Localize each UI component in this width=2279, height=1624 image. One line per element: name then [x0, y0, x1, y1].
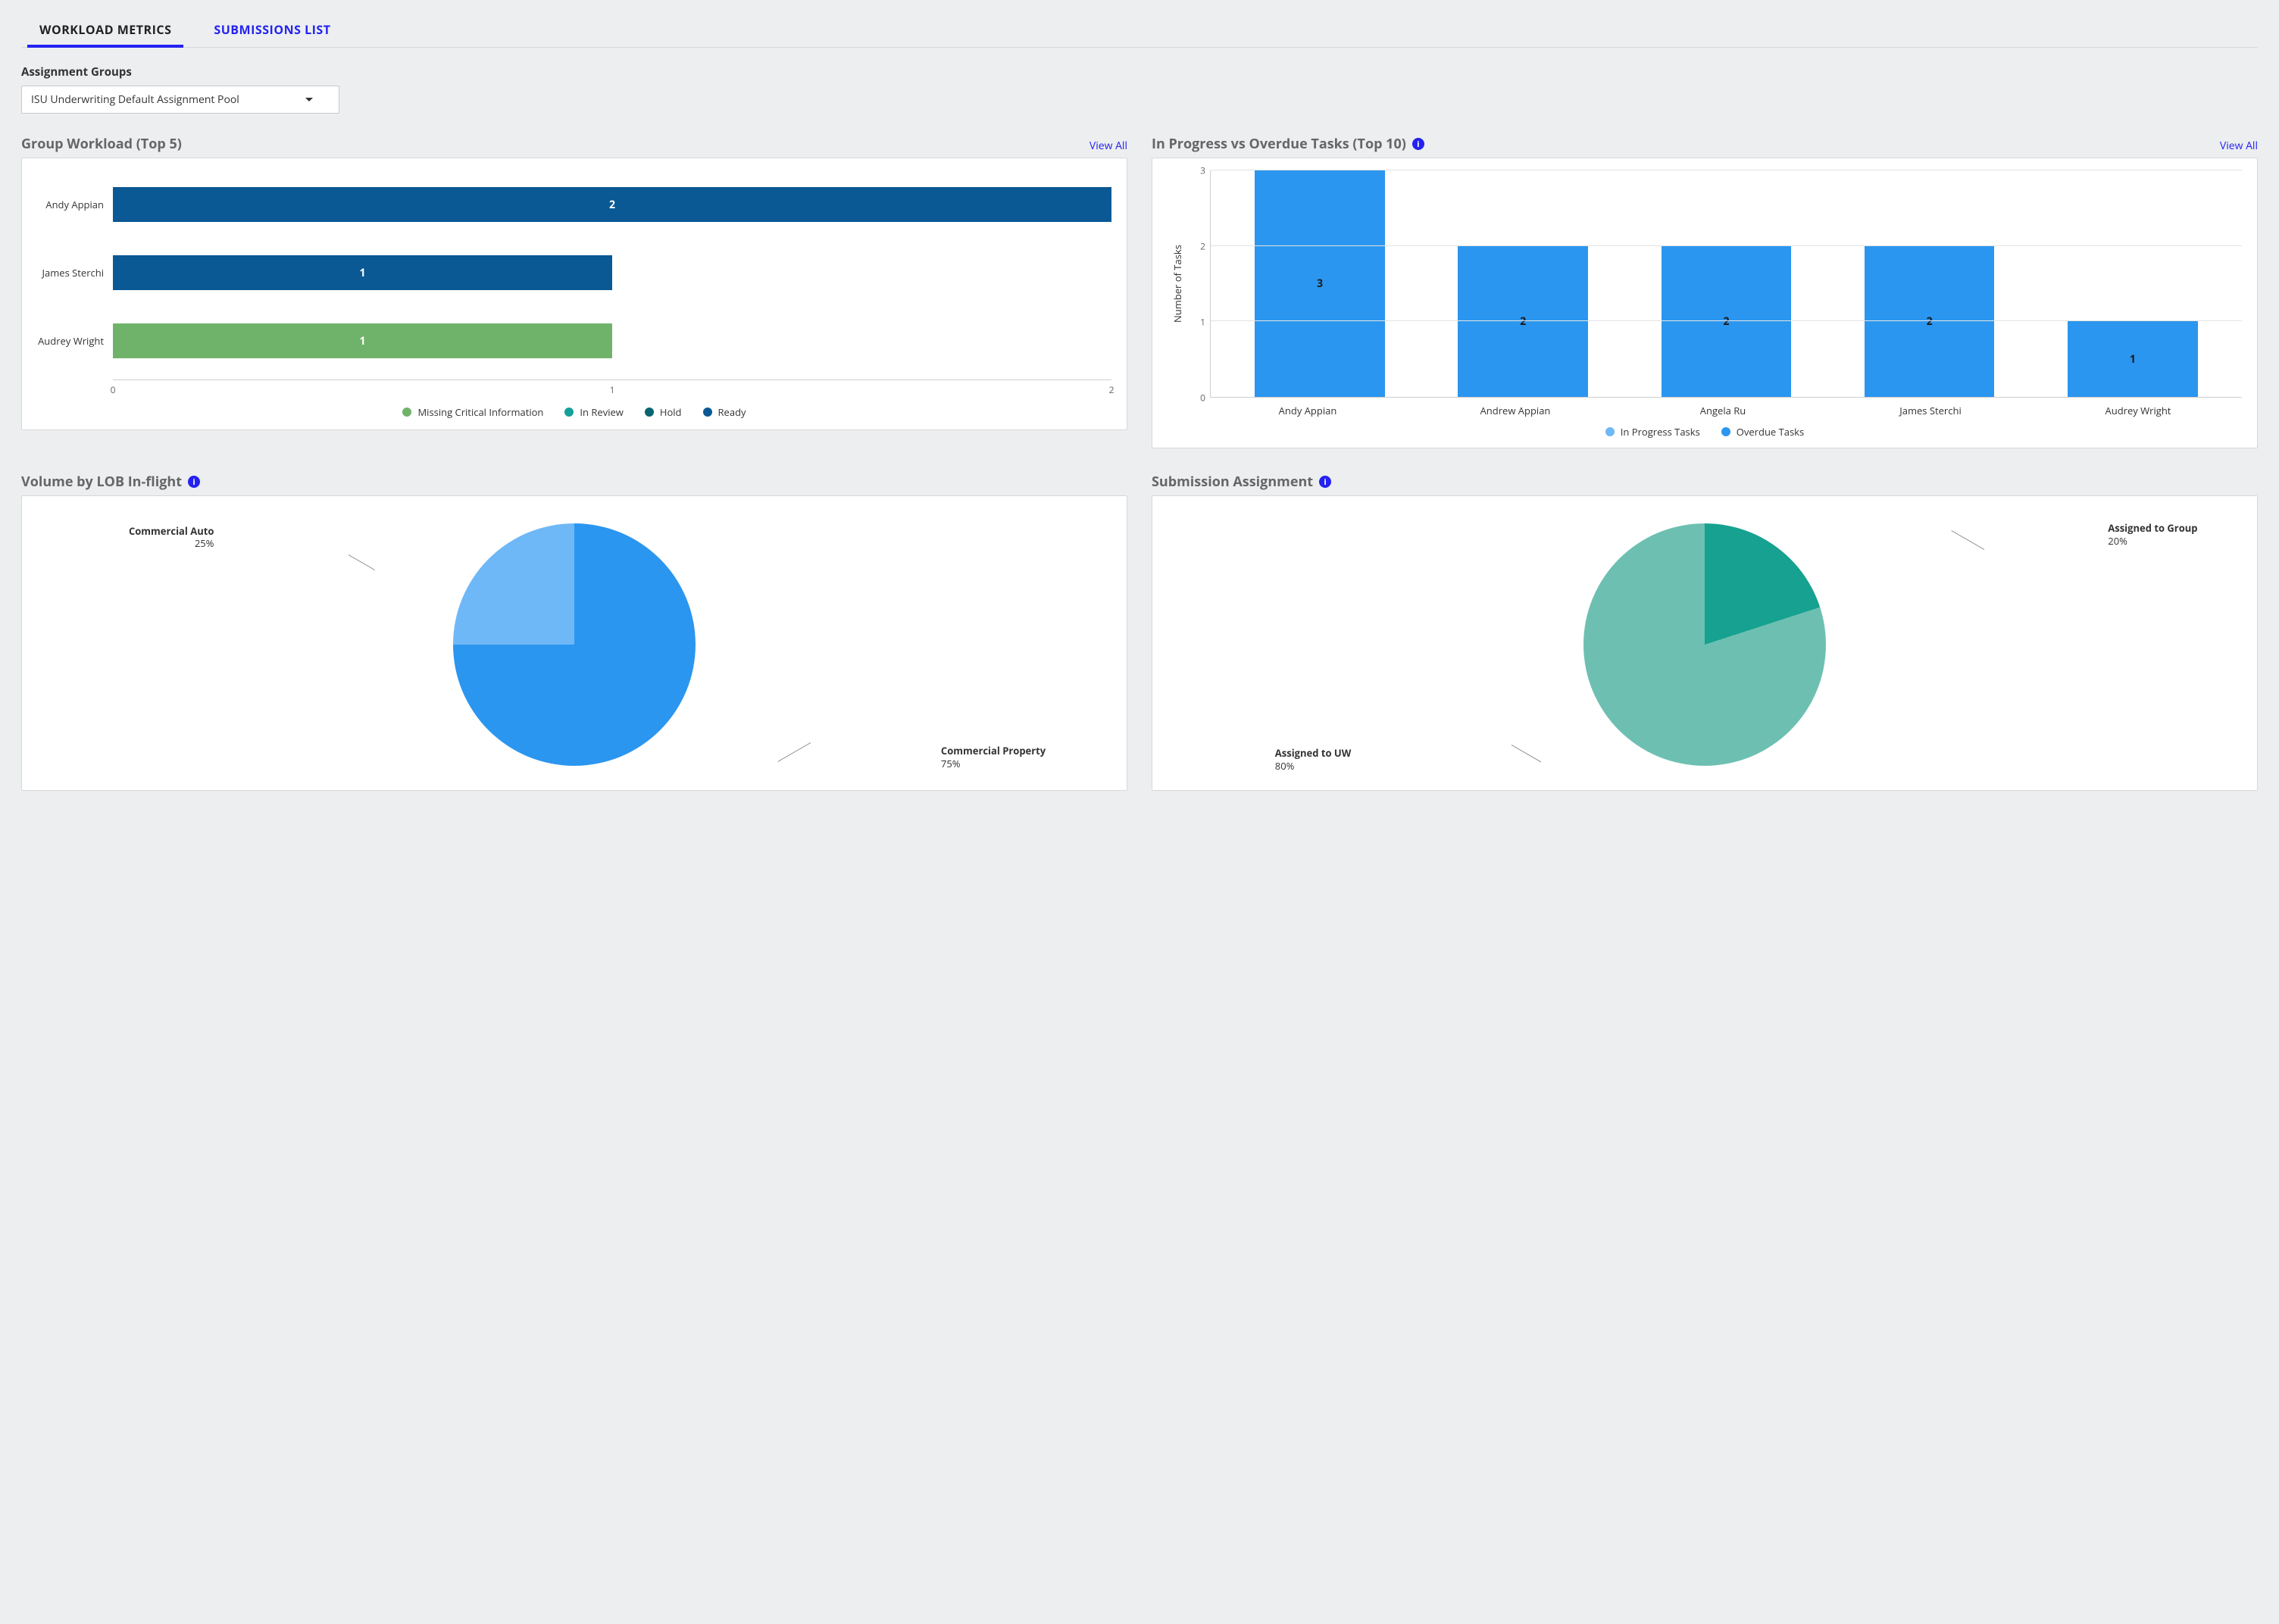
group-workload-card: Andy Appian 2 James Sterchi 1: [21, 158, 1127, 430]
legend-label: Ready: [718, 405, 746, 419]
hbar-xtick: 1: [610, 383, 615, 396]
tabs: WORKLOAD METRICS SUBMISSIONS LIST: [21, 14, 2258, 48]
vbar-ytick: 3: [1200, 164, 1205, 177]
vbar-xlabel: James Sterchi: [1847, 404, 2013, 417]
group-workload-chart: Andy Appian 2 James Sterchi 1: [37, 170, 1111, 398]
lob-pie-chart: Commercial Auto 25% Commercial Property …: [37, 508, 1111, 781]
hbar-bar[interactable]: 1: [113, 323, 612, 358]
hbar-bar[interactable]: 1: [113, 255, 612, 290]
legend-item[interactable]: Overdue Tasks: [1721, 425, 1804, 439]
chevron-down-icon: [305, 98, 313, 102]
hbar-ylabel: Audrey Wright: [37, 334, 113, 348]
legend-item[interactable]: Hold: [645, 405, 682, 419]
tab-workload-metrics[interactable]: WORKLOAD METRICS: [36, 14, 174, 47]
vbar-bar[interactable]: 1: [2068, 321, 2198, 397]
legend-dot-icon: [645, 408, 654, 417]
tasks-card: Number of Tasks 3 2 1 0 3 2 2 2: [1152, 158, 2258, 448]
vbar-xlabel: Andrew Appian: [1432, 404, 1598, 417]
lob-pie[interactable]: [453, 523, 696, 766]
info-icon[interactable]: i: [1319, 476, 1331, 488]
legend-dot-icon: [1605, 427, 1615, 436]
hbar-xtick: 2: [1109, 383, 1114, 396]
lob-card: Commercial Auto 25% Commercial Property …: [21, 495, 1127, 791]
pie-slice-label: Assigned to Group 20%: [2108, 522, 2199, 548]
legend-label: In Progress Tasks: [1621, 425, 1700, 439]
tasks-block: In Progress vs Overdue Tasks (Top 10) i …: [1152, 135, 2258, 448]
tab-submissions-list[interactable]: SUBMISSIONS LIST: [211, 14, 333, 47]
group-workload-block: Group Workload (Top 5) View All Andy App…: [21, 135, 1127, 448]
assignment-groups-select[interactable]: ISU Underwriting Default Assignment Pool: [21, 86, 339, 114]
vbar-bar[interactable]: 2: [1662, 246, 1792, 397]
assignment-card: Assigned to Group 20% Assigned to UW 80%: [1152, 495, 2258, 791]
legend-label: Missing Critical Information: [417, 405, 543, 419]
tasks-legend: In Progress Tasks Overdue Tasks: [1168, 425, 2242, 439]
hbar-ylabel: James Sterchi: [37, 266, 113, 280]
hbar-ylabel: Andy Appian: [37, 198, 113, 211]
vbar-bar[interactable]: 2: [1458, 246, 1588, 397]
pie-slice-label: Assigned to UW 80%: [1275, 747, 1381, 773]
assignment-groups-label: Assignment Groups: [21, 64, 2258, 80]
group-workload-view-all[interactable]: View All: [1089, 139, 1127, 153]
legend-dot-icon: [564, 408, 574, 417]
vbar-ytick: 2: [1200, 240, 1205, 253]
info-icon[interactable]: i: [1412, 138, 1424, 150]
legend-dot-icon: [703, 408, 712, 417]
assignment-block: Submission Assignment i Assigned to Grou…: [1152, 473, 2258, 791]
pie-slice-label: Commercial Auto 25%: [123, 525, 214, 551]
vbar-xlabel: Andy Appian: [1224, 404, 1390, 417]
assignment-groups-selected: ISU Underwriting Default Assignment Pool: [31, 92, 239, 107]
assignment-pie-chart: Assigned to Group 20% Assigned to UW 80%: [1168, 508, 2242, 781]
pie-slice-label: Commercial Property 75%: [941, 745, 1047, 770]
vbar-xlabel: Audrey Wright: [2055, 404, 2221, 417]
vbar-bar[interactable]: 3: [1255, 170, 1385, 397]
hbar-xtick: 0: [111, 383, 116, 396]
tasks-yaxis-label: Number of Tasks: [1168, 170, 1187, 398]
lob-block: Volume by LOB In-flight i Commercial Aut…: [21, 473, 1127, 791]
group-workload-title: Group Workload (Top 5): [21, 135, 182, 153]
legend-label: In Review: [580, 405, 623, 419]
vbar-ytick: 0: [1200, 392, 1205, 404]
tasks-view-all[interactable]: View All: [2220, 139, 2258, 153]
lob-title: Volume by LOB In-flight: [21, 473, 182, 491]
tasks-title: In Progress vs Overdue Tasks (Top 10): [1152, 135, 1406, 153]
legend-label: Overdue Tasks: [1737, 425, 1804, 439]
vbar-ytick: 1: [1200, 316, 1205, 329]
vbar-xlabel: Angela Ru: [1640, 404, 1805, 417]
legend-label: Hold: [660, 405, 682, 419]
info-icon[interactable]: i: [188, 476, 200, 488]
legend-item[interactable]: Missing Critical Information: [402, 405, 543, 419]
legend-item[interactable]: In Review: [564, 405, 623, 419]
group-workload-legend: Missing Critical Information In Review H…: [37, 405, 1111, 419]
tasks-chart: Number of Tasks 3 2 1 0 3 2 2 2: [1168, 170, 2242, 398]
hbar-bar[interactable]: 2: [113, 187, 1111, 222]
legend-dot-icon: [1721, 427, 1730, 436]
assignment-pie[interactable]: [1583, 523, 1826, 766]
legend-dot-icon: [402, 408, 411, 417]
legend-item[interactable]: Ready: [703, 405, 746, 419]
vbar-bar[interactable]: 2: [1865, 246, 1995, 397]
legend-item[interactable]: In Progress Tasks: [1605, 425, 1700, 439]
assignment-title: Submission Assignment: [1152, 473, 1313, 491]
